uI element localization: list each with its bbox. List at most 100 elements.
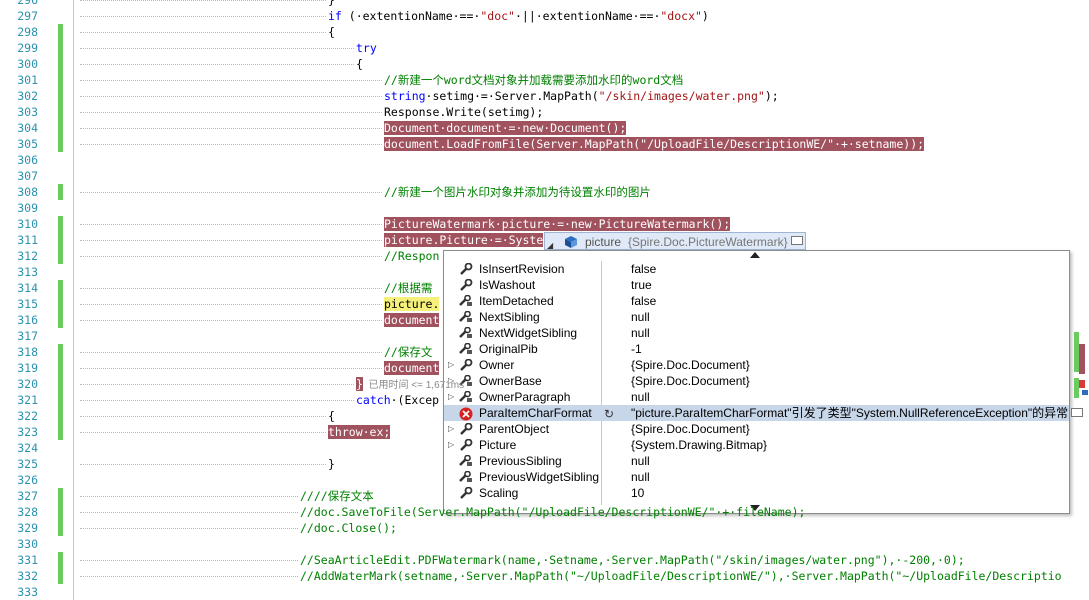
whitespace-marker	[80, 400, 354, 401]
comment: //doc.Close();	[300, 521, 397, 535]
property-value[interactable]: null	[631, 309, 650, 325]
code-line[interactable]: document	[384, 312, 440, 328]
code-line[interactable]: {	[328, 408, 335, 424]
property-row[interactable]: Scaling 10	[444, 485, 1069, 501]
datatip-property-list[interactable]: IsInsertRevision false IsWashout true ItemDe…	[443, 250, 1083, 514]
pin-icon[interactable]	[791, 236, 803, 245]
datatip-header[interactable]: ◢ picture {Spire.Doc.PictureWatermark}	[544, 232, 806, 250]
code-line[interactable]: //SeaArticleEdit.PDFWatermark(name,·Setn…	[300, 552, 965, 568]
expand-arrow-icon[interactable]: ▷	[448, 437, 454, 453]
line-number: 299	[17, 41, 38, 55]
property-value[interactable]: {System.Drawing.Bitmap}	[631, 437, 767, 453]
whitespace-marker	[80, 224, 382, 225]
code-token: Document·document·=·new·Document();	[384, 121, 627, 135]
code-line[interactable]: throw·ex;	[328, 424, 391, 440]
code-token: (·extentionName·==·	[341, 9, 481, 23]
code-line[interactable]: catch·(Excep	[356, 392, 439, 408]
code-line[interactable]: }	[328, 456, 335, 472]
property-value[interactable]: false	[631, 261, 656, 277]
property-row[interactable]: ▷ Owner {Spire.Doc.Document}	[444, 357, 1069, 373]
code-token: ·(Excep	[390, 393, 440, 407]
code-line[interactable]: document.LoadFromFile(Server.MapPath("/U…	[384, 136, 925, 152]
keyword: try	[356, 41, 377, 55]
code-line[interactable]: Response.Write(setimg);	[384, 104, 543, 120]
property-name: NextSibling	[479, 310, 540, 324]
code-line[interactable]: try	[356, 40, 377, 56]
property-name: Scaling	[479, 486, 519, 500]
line-number: 314	[17, 281, 38, 295]
property-value[interactable]: {Spire.Doc.Document}	[631, 373, 750, 389]
refresh-icon[interactable]: ↻	[604, 406, 614, 422]
property-row[interactable]: ▷ ParentObject {Spire.Doc.Document}	[444, 421, 1069, 437]
change-tracking-bar	[58, 568, 63, 584]
line-number: 305	[17, 137, 38, 151]
code-line[interactable]: document	[384, 360, 440, 376]
whitespace-marker	[80, 496, 298, 497]
code-line[interactable]: if (·extentionName·==·"doc"·||·extention…	[328, 8, 709, 24]
property-value[interactable]: null	[631, 389, 650, 405]
scroll-up-icon[interactable]	[750, 252, 760, 258]
code-line[interactable]: PictureWatermark·picture·=·new·PictureWa…	[384, 216, 731, 232]
property-row[interactable]: IsInsertRevision false	[444, 261, 1069, 277]
change-tracking-bar	[58, 120, 63, 136]
code-line[interactable]: picture.	[384, 296, 440, 312]
property-value[interactable]: false	[631, 293, 656, 309]
property-value[interactable]: null	[631, 325, 650, 341]
property-value[interactable]: 10	[631, 485, 644, 501]
property-row[interactable]: ▷ OwnerParagraph null	[444, 389, 1069, 405]
line-number: 308	[17, 185, 38, 199]
code-token: }	[328, 457, 335, 471]
property-row[interactable]: ▷ OwnerBase {Spire.Doc.Document}	[444, 373, 1069, 389]
property-row[interactable]: ItemDetached false	[444, 293, 1069, 309]
code-line[interactable]: //保存文	[384, 344, 432, 360]
code-line[interactable]: picture.Picture·=·Syste	[384, 232, 544, 248]
whitespace-marker	[80, 416, 326, 417]
property-value[interactable]: "picture.ParaItemCharFormat"引发了类型"System…	[631, 405, 1068, 421]
line-number: 332	[17, 569, 38, 583]
property-name: NextWidgetSibling	[479, 326, 578, 340]
property-row[interactable]: OriginalPib -1	[444, 341, 1069, 357]
expand-arrow-icon[interactable]: ▷	[448, 357, 454, 373]
code-line[interactable]: //根据需	[384, 280, 432, 296]
code-line[interactable]: //Respon	[384, 248, 439, 264]
code-line[interactable]: //AddWaterMark(setname,·Server.MapPath("…	[300, 568, 1062, 584]
property-value[interactable]: true	[631, 277, 652, 293]
property-value[interactable]: -1	[631, 341, 642, 357]
whitespace-marker	[80, 368, 382, 369]
code-line[interactable]: Document·document·=·new·Document();	[384, 120, 627, 136]
code-line[interactable]: //doc.Close();	[300, 520, 397, 536]
change-tracking-bar	[58, 424, 63, 440]
code-line[interactable]: //新建一个word文档对象并加载需要添加水印的word文档	[384, 72, 683, 88]
code-token: Response.Write(setimg);	[384, 105, 544, 119]
code-line[interactable]: //新建一个图片水印对象并添加为待设置水印的图片	[384, 184, 651, 200]
property-value[interactable]: {Spire.Doc.Document}	[631, 421, 750, 437]
property-row[interactable]: ▷ Picture {System.Drawing.Bitmap}	[444, 437, 1069, 453]
property-row[interactable]: NextWidgetSibling null	[444, 325, 1069, 341]
property-value[interactable]: null	[631, 469, 650, 485]
code-line[interactable]: {	[356, 56, 363, 72]
change-tracking-bar	[58, 104, 63, 120]
property-row[interactable]: PreviousWidgetSibling null	[444, 469, 1069, 485]
code-token: {	[328, 409, 335, 423]
code-line[interactable]: }	[328, 0, 335, 8]
code-line[interactable]: {	[328, 24, 335, 40]
error-icon	[459, 407, 473, 421]
change-tracking-bar	[58, 216, 63, 232]
property-value[interactable]: null	[631, 453, 650, 469]
code-line[interactable]: ////保存文本	[300, 488, 374, 504]
line-number: 317	[17, 329, 38, 343]
line-number: 331	[17, 553, 38, 567]
scrollbar-annotations[interactable]	[1073, 330, 1089, 430]
whitespace-marker	[80, 16, 326, 17]
property-row[interactable]: NextSibling null	[444, 309, 1069, 325]
property-row[interactable]: PreviousSibling null	[444, 453, 1069, 469]
code-line[interactable]: //doc.SaveToFile(Server.MapPath("/Upload…	[300, 504, 805, 520]
property-name: ParentObject	[479, 422, 550, 436]
property-row[interactable]: ParaItemCharFormat ↻ "picture.ParaItemChar…	[444, 405, 1083, 422]
property-value[interactable]: {Spire.Doc.Document}	[631, 357, 750, 373]
property-row[interactable]: IsWashout true	[444, 277, 1069, 293]
code-line[interactable]: string·setimg·=·Server.MapPath("/skin/im…	[384, 88, 779, 104]
line-number-gutter: 296 297 298 299 300 301 302 303 304 305 306 307 308 3…	[0, 0, 44, 600]
expand-arrow-icon[interactable]: ▷	[448, 421, 454, 437]
whitespace-marker	[80, 528, 298, 529]
